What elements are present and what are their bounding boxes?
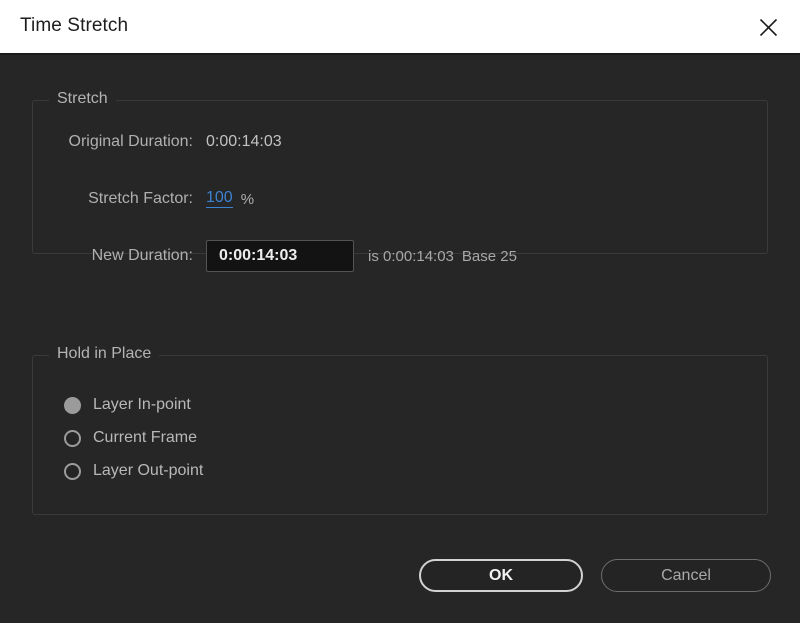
- stretch-factor-value[interactable]: 100: [206, 189, 233, 208]
- new-duration-input[interactable]: [206, 240, 354, 272]
- new-duration-row: New Duration: is 0:00:14:03 Base 25: [0, 240, 517, 272]
- radio-layer-out-point-label: Layer Out-point: [93, 462, 204, 479]
- hold-in-place-group-label: Hold in Place: [49, 345, 160, 363]
- dialog-title: Time Stretch: [20, 15, 129, 36]
- radio-unselected-icon: [64, 462, 81, 480]
- stretch-group-label: Stretch: [49, 90, 116, 108]
- dialog-body: Stretch Original Duration: 0:00:14:03 St…: [0, 55, 800, 623]
- percent-unit-label: %: [240, 190, 255, 208]
- radio-current-frame[interactable]: Current Frame: [64, 426, 197, 450]
- new-duration-note-base: Base 25: [461, 247, 517, 265]
- stretch-factor-row: Stretch Factor: 100 %: [0, 186, 254, 212]
- radio-layer-in-point-label: Layer In-point: [93, 396, 191, 413]
- original-duration-value: 0:00:14:03: [206, 133, 282, 150]
- radio-selected-icon: [64, 396, 81, 414]
- radio-current-frame-label: Current Frame: [93, 429, 198, 446]
- dialog-titlebar: Time Stretch: [0, 0, 800, 55]
- time-stretch-dialog: Time Stretch Stretch Original Duration: …: [0, 0, 800, 623]
- stretch-factor-label: Stretch Factor:: [88, 190, 193, 207]
- new-duration-note: is 0:00:14:03 Base 25: [368, 248, 517, 265]
- original-duration-row: Original Duration: 0:00:14:03: [0, 129, 282, 155]
- radio-layer-in-point[interactable]: Layer In-point: [64, 393, 191, 417]
- new-duration-label: New Duration:: [91, 247, 193, 264]
- cancel-button[interactable]: Cancel: [601, 559, 771, 592]
- radio-layer-out-point[interactable]: Layer Out-point: [64, 459, 203, 483]
- close-icon[interactable]: [748, 8, 788, 46]
- stretch-group: Stretch: [32, 90, 768, 254]
- ok-button[interactable]: OK: [419, 559, 583, 592]
- radio-unselected-icon: [64, 429, 81, 447]
- new-duration-note-is: is 0:00:14:03: [368, 247, 454, 265]
- original-duration-label: Original Duration:: [68, 133, 194, 150]
